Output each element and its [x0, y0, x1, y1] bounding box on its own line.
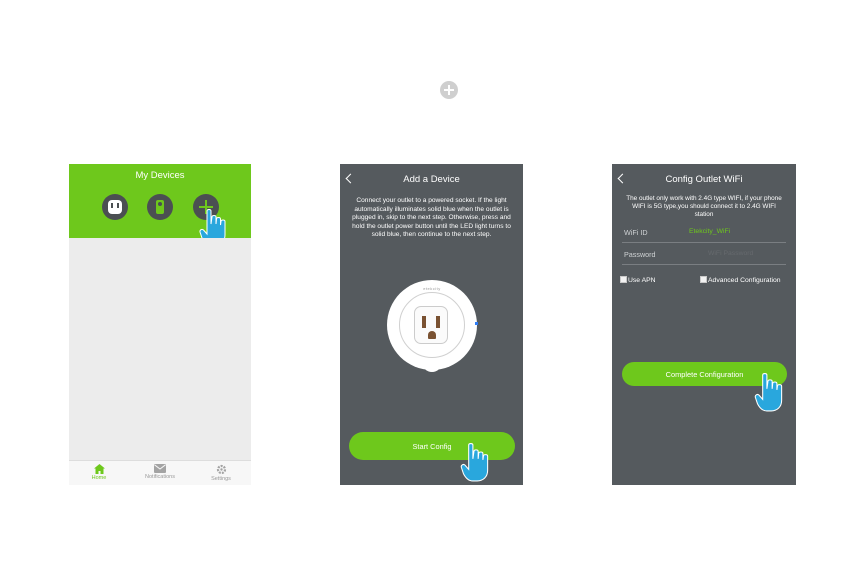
- page-title: Add a Device: [403, 174, 460, 185]
- led-indicator: [475, 322, 478, 325]
- use-apn-label: Use APN: [628, 277, 656, 284]
- outlet-socket-icon: [414, 306, 448, 344]
- gear-icon: [216, 464, 226, 475]
- add-device-screen: Add a Device Connect your outlet to a po…: [340, 164, 523, 485]
- password-label: Password: [624, 250, 656, 259]
- devices-list-empty: [69, 238, 251, 460]
- home-icon: [93, 464, 105, 474]
- start-config-button[interactable]: Start Config: [349, 432, 515, 460]
- wifi-note-text: The outlet only work with 2.4G type WIFI…: [626, 195, 782, 218]
- tab-settings[interactable]: Settings: [191, 464, 251, 482]
- page-title: My Devices: [135, 170, 185, 181]
- tab-label: Home: [91, 475, 107, 481]
- tab-bar: Home Notifications Settings: [69, 460, 251, 485]
- wifi-id-value: Etekcity_WiFi: [689, 228, 731, 235]
- tab-label: Notifications: [145, 474, 175, 480]
- pointer-hand-icon: [460, 443, 489, 482]
- checkbox-icon: [700, 276, 707, 283]
- advanced-config-checkbox[interactable]: Advanced Configuration: [700, 276, 781, 284]
- mail-icon: [154, 464, 166, 473]
- smart-plug-image: etekcity: [387, 280, 478, 370]
- advanced-config-label: Advanced Configuration: [708, 277, 781, 284]
- plus-circle-icon: [440, 81, 458, 99]
- password-field[interactable]: Password WiFi Password: [622, 243, 786, 265]
- outlet-icon[interactable]: [102, 194, 128, 220]
- tab-label: Settings: [211, 476, 231, 482]
- password-placeholder: WiFi Password: [708, 250, 754, 257]
- my-devices-screen: My Devices Home Notifications Settings: [69, 164, 251, 485]
- page-title: Config Outlet WiFi: [665, 174, 743, 185]
- config-wifi-screen: Config Outlet WiFi The outlet only work …: [612, 164, 796, 485]
- remote-icon[interactable]: [147, 194, 173, 220]
- plug-brand-label: etekcity: [423, 286, 441, 291]
- instructions-text: Connect your outlet to a powered socket.…: [352, 197, 511, 239]
- checkbox-icon: [620, 276, 627, 283]
- wifi-id-field[interactable]: WiFi ID Etekcity_WiFi: [622, 221, 786, 243]
- pointer-hand-icon: [754, 373, 783, 412]
- tab-home[interactable]: Home: [69, 464, 129, 481]
- wifi-id-label: WiFi ID: [624, 228, 648, 237]
- use-apn-checkbox[interactable]: Use APN: [620, 276, 656, 284]
- tab-notifications[interactable]: Notifications: [130, 464, 190, 480]
